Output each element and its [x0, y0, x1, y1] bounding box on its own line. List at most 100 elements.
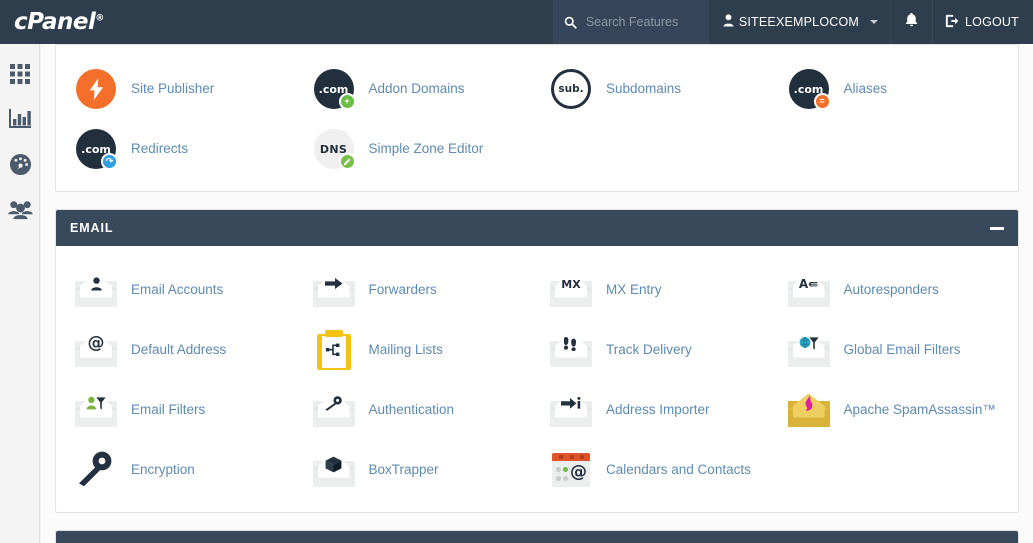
- sidebar-item-user-manager[interactable]: [0, 189, 40, 234]
- notifications-button[interactable]: [891, 0, 933, 44]
- item-simple-zone-editor[interactable]: DNS Simple Zone Editor: [300, 119, 538, 179]
- panel-email: EMAIL Email Accounts: [55, 209, 1019, 513]
- forwarders-icon: [312, 268, 356, 312]
- item-email-accounts[interactable]: Email Accounts: [62, 260, 300, 320]
- item-boxtrapper[interactable]: BoxTrapper: [300, 440, 538, 500]
- registered-mark: ®: [95, 13, 104, 23]
- item-label: Site Publisher: [131, 81, 214, 97]
- item-label: Addon Domains: [369, 81, 465, 97]
- item-mailing-lists[interactable]: Mailing Lists: [300, 320, 538, 380]
- item-label: Forwarders: [369, 282, 437, 298]
- collapse-email-button[interactable]: [990, 227, 1004, 230]
- bar-chart-icon: [8, 108, 32, 135]
- item-forwarders[interactable]: Forwarders: [300, 260, 538, 320]
- item-label: Calendars and Contacts: [606, 462, 751, 478]
- logout-label: LOGOUT: [965, 15, 1019, 29]
- panel-email-heading: EMAIL: [56, 210, 1018, 246]
- user-icon: [723, 14, 734, 30]
- sidebar-item-apps[interactable]: [0, 54, 40, 99]
- authentication-icon: [312, 388, 356, 432]
- logout-icon: [945, 14, 959, 31]
- email-filters-icon: [74, 388, 118, 432]
- item-label: Apache SpamAssassin™: [844, 402, 996, 418]
- track-delivery-icon: [549, 328, 593, 372]
- calendars-and-contacts-icon: @: [549, 448, 593, 492]
- panel-email-title: EMAIL: [70, 221, 113, 235]
- user-menu[interactable]: SITEEXEMPLOCOM: [709, 0, 891, 44]
- panel-metrics: METRICS: [55, 530, 1019, 543]
- logout-button[interactable]: LOGOUT: [933, 0, 1033, 44]
- sidebar-item-metrics[interactable]: [0, 99, 40, 144]
- boxtrapper-icon: [312, 448, 356, 492]
- default-address-icon: @: [74, 328, 118, 372]
- panel-email-body: Email Accounts Forwarders MX: [56, 246, 1018, 512]
- header-spacer: [160, 0, 553, 44]
- item-label: Aliases: [844, 81, 888, 97]
- item-label: Mailing Lists: [369, 342, 443, 358]
- panel-domains: Site Publisher .com + Addon Domains su: [55, 44, 1019, 192]
- item-label: Default Address: [131, 342, 226, 358]
- bell-icon: [905, 12, 918, 32]
- item-email-filters[interactable]: Email Filters: [62, 380, 300, 440]
- item-track-delivery[interactable]: Track Delivery: [537, 320, 775, 380]
- item-redirects[interactable]: .com ↷ Redirects: [62, 119, 300, 179]
- pencil-badge: [339, 153, 356, 170]
- left-sidebar: [0, 44, 40, 543]
- main-content: Site Publisher .com + Addon Domains su: [41, 44, 1033, 543]
- item-label: Email Accounts: [131, 282, 223, 298]
- cpanel-logo-text: cPanel®: [14, 9, 104, 35]
- item-site-publisher[interactable]: Site Publisher: [62, 59, 300, 119]
- subdomains-icon: sub.: [549, 67, 593, 111]
- item-autoresponders[interactable]: A⇚ Autoresponders: [775, 260, 1013, 320]
- users-icon: [8, 198, 33, 225]
- aliases-icon: .com =: [787, 67, 831, 111]
- address-importer-icon: [549, 388, 593, 432]
- item-encryption[interactable]: Encryption: [62, 440, 300, 500]
- domains-item-grid: Site Publisher .com + Addon Domains su: [62, 59, 1012, 179]
- item-apache-spamassassin[interactable]: Apache SpamAssassin™: [775, 380, 1013, 440]
- item-subdomains[interactable]: sub. Subdomains: [537, 59, 775, 119]
- item-mx-entry[interactable]: MX MX Entry: [537, 260, 775, 320]
- search-box[interactable]: [553, 0, 709, 44]
- autoresponders-icon: A⇚: [787, 268, 831, 312]
- item-aliases[interactable]: .com = Aliases: [775, 59, 1013, 119]
- panel-metrics-heading: METRICS: [56, 531, 1018, 543]
- apps-grid-icon: [9, 63, 31, 90]
- item-label: BoxTrapper: [369, 462, 439, 478]
- chevron-down-icon: [870, 20, 878, 24]
- item-default-address[interactable]: @ Default Address: [62, 320, 300, 380]
- equals-badge: =: [814, 93, 831, 110]
- email-accounts-icon: [74, 268, 118, 312]
- item-label: Simple Zone Editor: [369, 141, 484, 157]
- item-addon-domains[interactable]: .com + Addon Domains: [300, 59, 538, 119]
- item-label: Email Filters: [131, 402, 205, 418]
- item-address-importer[interactable]: Address Importer: [537, 380, 775, 440]
- item-authentication[interactable]: Authentication: [300, 380, 538, 440]
- item-label: Global Email Filters: [844, 342, 961, 358]
- sidebar-item-resource-usage[interactable]: [0, 144, 40, 189]
- item-label: Encryption: [131, 462, 195, 478]
- at-label: @: [570, 464, 587, 481]
- cpanel-logo[interactable]: cPanel®: [0, 0, 160, 44]
- item-label: Subdomains: [606, 81, 681, 97]
- item-label: Authentication: [369, 402, 455, 418]
- item-calendars-and-contacts[interactable]: @ Calendars and Contacts: [537, 440, 775, 500]
- sub-label: sub.: [558, 83, 583, 95]
- user-name: SITEEXEMPLOCOM: [739, 15, 859, 29]
- search-icon: [564, 16, 577, 29]
- apache-spamassassin-icon: [787, 388, 831, 432]
- redirect-arrow-badge: ↷: [101, 153, 118, 170]
- at-label: @: [75, 335, 117, 352]
- search-input[interactable]: [586, 15, 696, 29]
- site-publisher-icon: [74, 67, 118, 111]
- plus-badge: +: [339, 93, 356, 110]
- redirects-icon: .com ↷: [74, 127, 118, 171]
- top-header: cPanel® SITEEXEMPLOCOM LOGOUT: [0, 0, 1033, 44]
- gauge-icon: [9, 153, 32, 181]
- item-label: Autoresponders: [844, 282, 939, 298]
- addon-domains-icon: .com +: [312, 67, 356, 111]
- simple-zone-editor-icon: DNS: [312, 127, 356, 171]
- mx-entry-icon: MX: [549, 268, 593, 312]
- item-global-email-filters[interactable]: Global Email Filters: [775, 320, 1013, 380]
- mailing-lists-icon: [312, 328, 356, 372]
